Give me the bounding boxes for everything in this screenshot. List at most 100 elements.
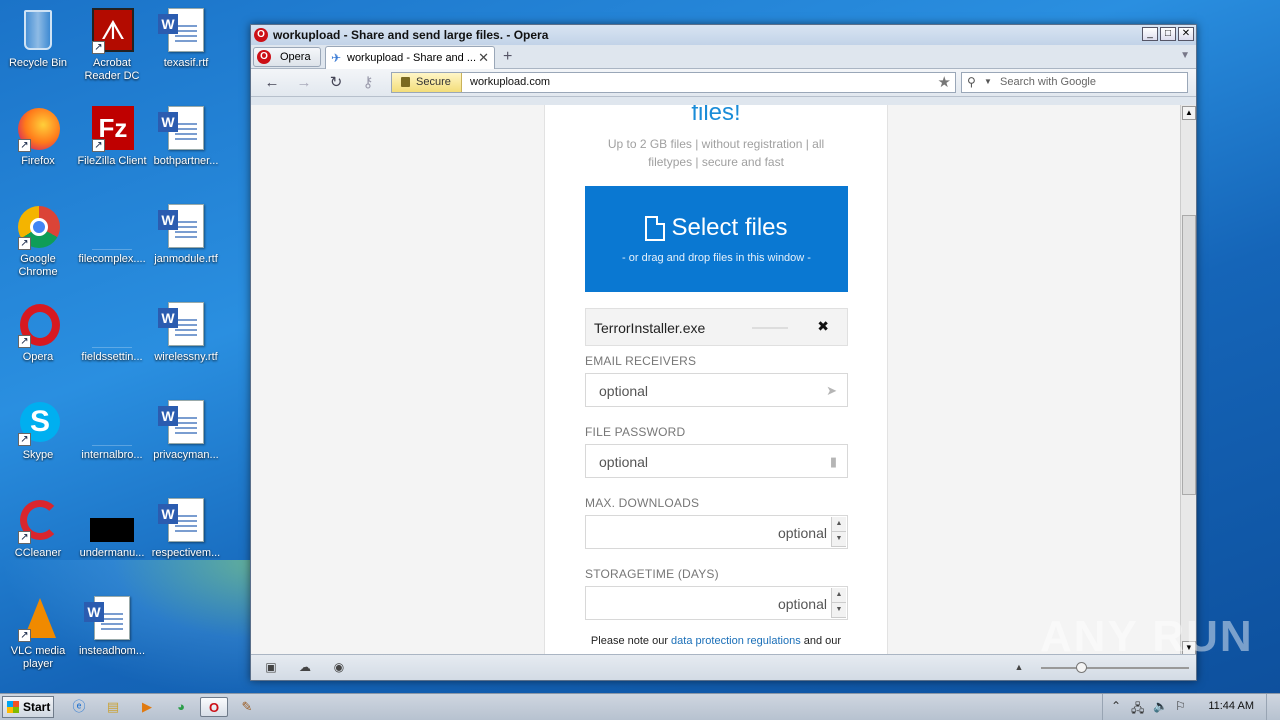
start-label: Start bbox=[23, 700, 51, 714]
desktop-icon-rtf[interactable]: W janmodule.rtf bbox=[148, 204, 224, 266]
stepper-buttons[interactable]: ▲ ▼ bbox=[831, 517, 846, 547]
app-taskbar-icon[interactable]: ✎ bbox=[236, 697, 258, 717]
desktop-icon-file[interactable]: filecomplex.... bbox=[74, 204, 150, 266]
volume-icon[interactable]: 🔈 bbox=[1153, 699, 1168, 713]
desktop-icon-rtf[interactable]: W texasif.rtf bbox=[148, 8, 224, 70]
stepper-up-icon[interactable]: ▲ bbox=[832, 517, 846, 532]
storagetime-stepper[interactable]: optional ▲ ▼ bbox=[585, 586, 848, 620]
opera-menu-button[interactable]: O Opera bbox=[253, 47, 321, 67]
tab-workupload[interactable]: ✈ workupload - Share and ... ✕ bbox=[325, 46, 495, 69]
close-tab-icon[interactable]: ✕ bbox=[478, 50, 489, 66]
window-titlebar[interactable]: O workupload - Share and send large file… bbox=[251, 25, 1196, 45]
stepper-buttons[interactable]: ▲ ▼ bbox=[831, 588, 846, 618]
reload-icon[interactable]: ↻ bbox=[325, 73, 347, 93]
file-icon bbox=[645, 215, 666, 241]
bookmark-star-icon[interactable]: ★ bbox=[938, 73, 951, 91]
desktop-icon-ccleaner[interactable]: ↗ CCleaner bbox=[0, 498, 76, 560]
action-center-flag-icon[interactable]: ⚐ bbox=[1175, 699, 1186, 713]
desktop-icon-firefox[interactable]: ↗ Firefox bbox=[0, 106, 76, 168]
start-button[interactable]: Start bbox=[2, 696, 54, 718]
tab-title: workupload - Share and ... bbox=[347, 52, 477, 64]
file-explorer-icon[interactable]: ▤ bbox=[102, 697, 124, 717]
forward-icon[interactable]: → bbox=[293, 73, 315, 93]
opera-taskbar-icon[interactable]: O bbox=[200, 697, 228, 717]
max-downloads-stepper[interactable]: optional ▲ ▼ bbox=[585, 515, 848, 549]
new-tab-button[interactable]: + bbox=[503, 48, 512, 66]
remove-file-icon[interactable]: ✖ bbox=[817, 318, 829, 335]
send-icon: ➤ bbox=[826, 383, 837, 398]
desktop-icon-vlc[interactable]: ↗ VLC media player bbox=[0, 596, 76, 671]
vertical-scrollbar[interactable]: ▲ ▼ bbox=[1180, 105, 1196, 656]
close-window-button[interactable]: ✕ bbox=[1178, 27, 1194, 41]
opera-unite-cloud-icon[interactable]: ☁ bbox=[297, 660, 313, 674]
chrome-taskbar-icon[interactable]: ◕ bbox=[170, 697, 192, 717]
word-document-icon: W bbox=[158, 302, 210, 348]
desktop-icon-label: texasif.rtf bbox=[163, 57, 209, 69]
desktop-icon-skype[interactable]: S ↗ Skype bbox=[0, 400, 76, 462]
key-icon[interactable]: ⚷ bbox=[357, 73, 379, 93]
lock-icon: ▮ bbox=[829, 454, 837, 469]
desktop-icon-filezilla[interactable]: Fz ↗ FileZilla Client bbox=[74, 106, 150, 168]
zoom-slider[interactable] bbox=[1041, 667, 1189, 669]
search-icon: ⚲ bbox=[967, 75, 976, 89]
tray-expand-icon[interactable]: ⌃ bbox=[1111, 699, 1121, 713]
address-bar[interactable]: Secure workupload.com ★ bbox=[391, 72, 956, 93]
opera-logo-icon: O bbox=[257, 50, 271, 64]
stepper-down-icon[interactable]: ▼ bbox=[832, 532, 846, 547]
chrome-icon: ↗ bbox=[14, 204, 62, 250]
zoom-slider-handle[interactable] bbox=[1076, 662, 1087, 673]
desktop-icon-rtf[interactable]: W respectivem... bbox=[148, 498, 224, 560]
storagetime-label: STORAGETIME (DAYS) bbox=[585, 567, 719, 581]
system-tray: ⌃ 🖧 🔈 ⚐ 11:44 AM bbox=[1102, 694, 1280, 720]
desktop-icon-file[interactable]: fieldssettin... bbox=[74, 302, 150, 364]
maximize-button[interactable]: □ bbox=[1160, 27, 1176, 41]
clock[interactable]: 11:44 AM bbox=[1208, 700, 1254, 712]
internet-explorer-icon[interactable]: ⓔ bbox=[68, 697, 90, 717]
scroll-up-icon[interactable]: ▲ bbox=[1182, 106, 1196, 120]
workupload-favicon-icon: ✈ bbox=[331, 51, 342, 65]
desktop-icon-chrome[interactable]: ↗ Google Chrome bbox=[0, 204, 76, 279]
minimize-button[interactable]: _ bbox=[1142, 27, 1158, 41]
back-icon[interactable]: ← bbox=[261, 73, 283, 93]
field-placeholder: optional bbox=[599, 383, 649, 399]
zoom-up-icon[interactable]: ▲ bbox=[1011, 660, 1027, 674]
file-password-field[interactable]: optional ▮ bbox=[585, 444, 848, 478]
vlc-icon: ↗ bbox=[14, 596, 62, 642]
desktop-icon-recycle-bin[interactable]: Recycle Bin bbox=[0, 8, 76, 70]
network-icon[interactable]: 🖧 bbox=[1131, 699, 1144, 720]
desktop-icon-opera[interactable]: ↗ Opera bbox=[0, 302, 76, 364]
opera-icon: ↗ bbox=[14, 302, 62, 348]
search-input[interactable]: ⚲ ▼ Search with Google bbox=[961, 72, 1188, 93]
desktop-icon-file[interactable]: undermanu... bbox=[74, 498, 150, 560]
show-desktop-button[interactable] bbox=[1266, 694, 1280, 720]
desktop-icon-acrobat[interactable]: ᗑ ↗ Acrobat Reader DC bbox=[74, 8, 150, 83]
search-engine-chevron-icon[interactable]: ▼ bbox=[984, 77, 992, 86]
desktop-icon-rtf[interactable]: W wirelessny.rtf bbox=[148, 302, 224, 364]
stepper-down-icon[interactable]: ▼ bbox=[832, 603, 846, 618]
secure-badge[interactable]: Secure bbox=[392, 73, 462, 92]
word-document-icon: W bbox=[158, 400, 210, 446]
desktop-icon-label: janmodule.rtf bbox=[154, 253, 218, 265]
windows-logo-icon bbox=[7, 701, 19, 713]
data-protection-link[interactable]: data protection regulations bbox=[671, 635, 801, 647]
desktop-icon-rtf[interactable]: W insteadhom... bbox=[74, 596, 150, 658]
anyrun-watermark: ANY RUN bbox=[1040, 612, 1254, 661]
tab-menu-chevron-icon[interactable]: ▼ bbox=[1180, 50, 1190, 61]
desktop-icon-rtf[interactable]: W bothpartner... bbox=[148, 106, 224, 168]
email-receivers-field[interactable]: optional ➤ bbox=[585, 373, 848, 407]
desktop-icon-file[interactable]: internalbro... bbox=[74, 400, 150, 462]
blank-file-icon bbox=[88, 302, 136, 348]
panel-toggle-icon[interactable]: ▣ bbox=[263, 660, 279, 674]
desktop-icon-label: respectivem... bbox=[151, 547, 221, 559]
url-text[interactable]: workupload.com bbox=[470, 76, 550, 88]
media-player-icon[interactable]: ▶ bbox=[136, 697, 158, 717]
skype-icon: S ↗ bbox=[14, 400, 62, 446]
lock-icon bbox=[401, 77, 410, 87]
desktop-icon-rtf[interactable]: W privacyman... bbox=[148, 400, 224, 462]
filezilla-icon: Fz ↗ bbox=[88, 106, 136, 152]
select-files-button[interactable]: Select files - or drag and drop files in… bbox=[585, 186, 848, 292]
stepper-up-icon[interactable]: ▲ bbox=[832, 588, 846, 603]
scroll-thumb[interactable] bbox=[1182, 215, 1196, 495]
black-file-icon bbox=[88, 498, 136, 544]
turbo-icon[interactable]: ◉ bbox=[331, 660, 347, 674]
